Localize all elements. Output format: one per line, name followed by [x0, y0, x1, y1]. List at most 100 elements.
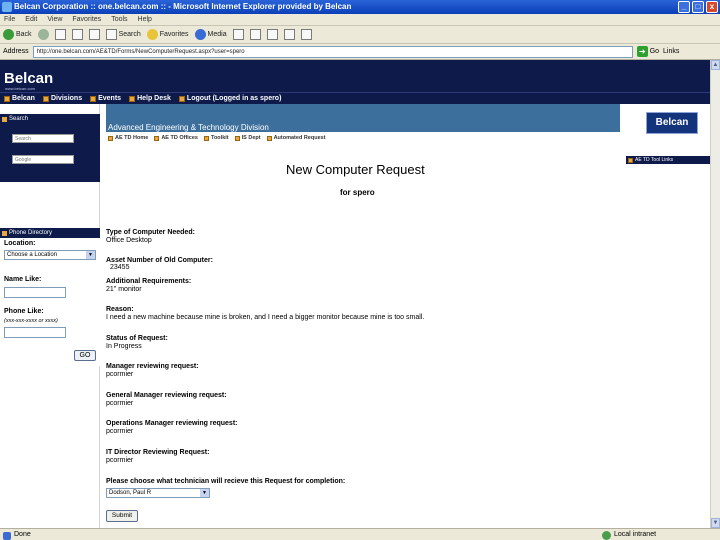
window-titlebar: Belcan Corporation :: one.belcan.com :: … — [0, 0, 720, 14]
subnav-is-dept[interactable]: IS Dept — [234, 135, 261, 141]
scroll-down-icon[interactable]: ▼ — [711, 518, 720, 528]
search-button[interactable]: Search — [105, 29, 141, 40]
go-arrow-icon: ➜ — [636, 46, 648, 57]
additional-requirements-value: 21" monitor — [106, 286, 142, 293]
field-status: Status of Request: In Progress — [106, 335, 168, 350]
belcan-logo[interactable]: Belcan — [4, 70, 53, 87]
phone-format-hint: (xxx-xxx-xxxx or xxxx) — [4, 318, 58, 324]
menu-file[interactable]: File — [4, 16, 15, 23]
maximize-button[interactable]: □ — [692, 1, 704, 13]
menu-bar: File Edit View Favorites Tools Help — [0, 14, 720, 26]
scroll-up-icon[interactable]: ▲ — [711, 60, 720, 70]
vertical-scrollbar[interactable]: ▲ ▼ — [710, 60, 720, 528]
computer-type-value: Office Desktop — [106, 237, 152, 244]
submit-button[interactable]: Submit — [106, 510, 138, 522]
chevron-down-icon: ▼ — [200, 489, 209, 497]
technician-label: Please choose what technician will recie… — [106, 478, 346, 485]
field-operations-manager: Operations Manager reviewing request: pc… — [106, 420, 237, 435]
general-manager-label: General Manager reviewing request: — [106, 392, 227, 399]
belcan-home-button[interactable]: Belcan — [646, 112, 698, 134]
go-button[interactable]: ➜ Go — [636, 46, 659, 57]
back-arrow-icon — [3, 29, 14, 40]
discuss-icon[interactable] — [300, 29, 312, 40]
division-title: Advanced Engineering & Technology Divisi… — [108, 123, 269, 132]
refresh-icon[interactable] — [71, 29, 83, 40]
bullet-icon — [266, 135, 272, 141]
asset-number-value: 23455 — [110, 264, 130, 271]
field-computer-type: Type of Computer Needed: Office Desktop — [106, 229, 195, 244]
phone-like-label: Phone Like: — [4, 308, 44, 315]
search-input[interactable]: Search — [12, 134, 74, 143]
left-sidebar: Search Search Google Phone Directory Loc… — [0, 104, 100, 528]
address-bar: Address http://one.belcan.com/AE&TD/Form… — [0, 44, 720, 60]
name-like-input[interactable] — [4, 287, 66, 298]
menu-view[interactable]: View — [47, 16, 62, 23]
field-manager: Manager reviewing request: pcormier — [106, 363, 199, 378]
security-zone: Local intranet — [600, 531, 656, 540]
phone-search-go-button[interactable]: GO — [74, 350, 96, 361]
minimize-button[interactable]: _ — [678, 1, 690, 13]
address-input[interactable]: http://one.belcan.com/AE&TD/Forms/NewCom… — [32, 45, 633, 58]
operations-manager-label: Operations Manager reviewing request: — [106, 420, 238, 427]
edit-icon[interactable] — [283, 29, 295, 40]
location-select[interactable]: Choose a Location ▼ — [4, 250, 96, 260]
google-search-input[interactable]: Google — [12, 155, 74, 164]
computer-type-label: Type of Computer Needed: — [106, 229, 195, 236]
site-banner: Belcan www.belcan.com — [0, 60, 710, 92]
page-title: New Computer Request — [286, 162, 425, 177]
nav-help-desk[interactable]: Help Desk — [129, 95, 171, 102]
stop-icon[interactable] — [54, 29, 66, 40]
ie-icon — [2, 2, 12, 12]
nav-events[interactable]: Events — [90, 95, 121, 102]
bullet-icon — [90, 95, 97, 102]
menu-favorites[interactable]: Favorites — [72, 16, 101, 23]
bullet-icon — [178, 95, 185, 102]
it-director-value: pcormier — [106, 457, 134, 464]
web-page: Belcan www.belcan.com Belcan Divisions E… — [0, 60, 710, 528]
print-icon[interactable] — [266, 29, 278, 40]
manager-value: pcormier — [106, 371, 134, 378]
nav-logout[interactable]: Logout (Logged in as spero) — [178, 95, 281, 102]
search-panel: Search Search Google — [0, 114, 100, 182]
phone-directory-form: Location: Choose a Location ▼ Name Like:… — [0, 238, 100, 366]
field-it-director: IT Director Reviewing Request: pcormier — [106, 449, 209, 464]
phone-like-input[interactable] — [4, 327, 66, 338]
search-panel-header: Search — [0, 114, 100, 124]
home-icon[interactable] — [88, 29, 100, 40]
location-label: Location: — [4, 240, 36, 247]
forward-button[interactable] — [37, 29, 49, 40]
field-additional-requirements: Additional Requirements: 21" monitor — [106, 278, 191, 293]
division-header: Advanced Engineering & Technology Divisi… — [106, 104, 620, 132]
tool-links-link[interactable]: AE TD Tool Links — [626, 156, 710, 164]
field-asset-number: Asset Number of Old Computer: 23455 — [106, 257, 213, 271]
page-subtitle: for spero — [340, 188, 375, 197]
bullet-icon — [42, 95, 49, 102]
subnav-aetd-home[interactable]: AE TD Home — [108, 135, 148, 141]
subnav-aetd-offices[interactable]: AE TD Offices — [154, 135, 198, 141]
menu-tools[interactable]: Tools — [111, 16, 127, 23]
media-button[interactable]: Media — [194, 29, 227, 40]
name-like-label: Name Like: — [4, 276, 42, 283]
links-button[interactable]: Links — [663, 48, 679, 55]
bullet-icon — [154, 135, 160, 141]
manager-label: Manager reviewing request: — [106, 363, 199, 370]
asset-number-label: Asset Number of Old Computer: — [106, 257, 213, 264]
field-general-manager: General Manager reviewing request: pcorm… — [106, 392, 227, 407]
menu-edit[interactable]: Edit — [25, 16, 37, 23]
history-icon[interactable] — [232, 29, 244, 40]
mail-icon[interactable] — [249, 29, 261, 40]
favorites-button[interactable]: Favorites — [146, 29, 189, 40]
menu-help[interactable]: Help — [138, 16, 152, 23]
technician-select[interactable]: Dodson, Paul R ▼ — [106, 488, 210, 498]
bullet-icon — [129, 95, 136, 102]
subnav-toolkit[interactable]: Toolkit — [204, 135, 229, 141]
back-button[interactable]: Back — [3, 29, 32, 40]
window-title: Belcan Corporation :: one.belcan.com :: … — [14, 2, 352, 11]
reason-value: I need a new machine because mine is bro… — [106, 314, 425, 321]
close-button[interactable]: x — [706, 1, 718, 13]
nav-belcan[interactable]: Belcan — [4, 95, 35, 102]
division-subnav: AE TD Home AE TD Offices Toolkit IS Dept… — [106, 133, 620, 143]
bullet-icon — [4, 95, 10, 102]
subnav-automated-request[interactable]: Automated Request — [266, 135, 326, 141]
nav-divisions[interactable]: Divisions — [42, 95, 82, 102]
